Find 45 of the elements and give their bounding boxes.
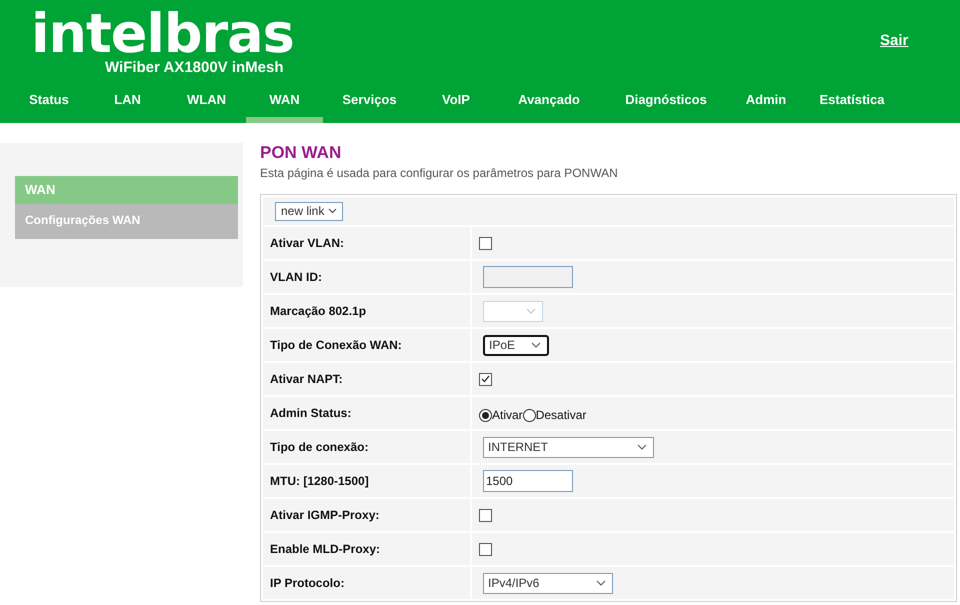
radio-button[interactable] <box>522 408 536 422</box>
check-icon <box>481 375 490 383</box>
nav-tab[interactable]: Status <box>10 90 88 123</box>
field-label: Ativar NAPT: <box>270 371 343 388</box>
field-label: Ativar IGMP-Proxy: <box>270 507 380 524</box>
chevron-down-icon <box>531 342 541 348</box>
field-label: Marcação 802.1p <box>270 303 366 320</box>
field-label: VLAN ID: <box>270 269 322 286</box>
checkbox[interactable] <box>479 508 492 522</box>
dropdown[interactable]: IPv4/IPv6 <box>483 572 613 594</box>
checkbox[interactable] <box>479 236 492 250</box>
dropdown[interactable]: IPoE <box>483 334 549 356</box>
sidebar-item[interactable]: Configurações WAN <box>15 204 238 239</box>
field-label: Tipo de Conexão WAN: <box>270 337 402 354</box>
field-label: Ativar VLAN: <box>270 235 344 252</box>
nav-tab[interactable]: LAN <box>88 90 167 123</box>
radio-label: Ativar <box>492 407 523 424</box>
nav-tab[interactable]: Estatística <box>802 90 902 123</box>
logout-link[interactable]: Sair <box>880 30 908 52</box>
page-description: Esta página é usada para configurar os parâmetros para PONWAN <box>260 165 619 182</box>
field-label: Admin Status: <box>270 405 352 422</box>
field-label: IP Protocolo: <box>270 575 344 592</box>
nav-tab[interactable]: Diagnósticos <box>602 90 730 123</box>
chevron-down-icon <box>637 444 647 450</box>
link-select[interactable]: new link <box>275 202 344 220</box>
chevron-down-icon <box>596 580 606 586</box>
nav-tab[interactable]: WLAN <box>167 90 246 123</box>
text-field[interactable]: 1500 <box>483 470 573 492</box>
checkbox[interactable] <box>479 372 492 386</box>
nav-tab[interactable]: Avançado <box>496 90 602 123</box>
field-label: Enable MLD-Proxy: <box>270 541 380 558</box>
radio-button[interactable] <box>479 408 492 422</box>
dropdown[interactable]: INTERNET <box>483 436 654 458</box>
page-title: PON WAN <box>260 143 342 163</box>
chevron-down-icon <box>328 208 338 214</box>
chevron-down-icon <box>526 308 536 314</box>
nav-tab[interactable]: Admin <box>730 90 802 123</box>
nav-tab[interactable]: WAN <box>246 90 323 123</box>
field-label: Tipo de conexão: <box>270 439 368 456</box>
checkbox[interactable] <box>479 542 492 556</box>
sidebar-header[interactable]: WAN <box>15 176 238 204</box>
nav-tab[interactable]: VoIP <box>416 90 496 123</box>
radio-label: Desativar <box>536 407 586 424</box>
field-label: MTU: [1280-1500] <box>270 473 369 490</box>
nav-tab[interactable]: Serviços <box>323 90 416 123</box>
